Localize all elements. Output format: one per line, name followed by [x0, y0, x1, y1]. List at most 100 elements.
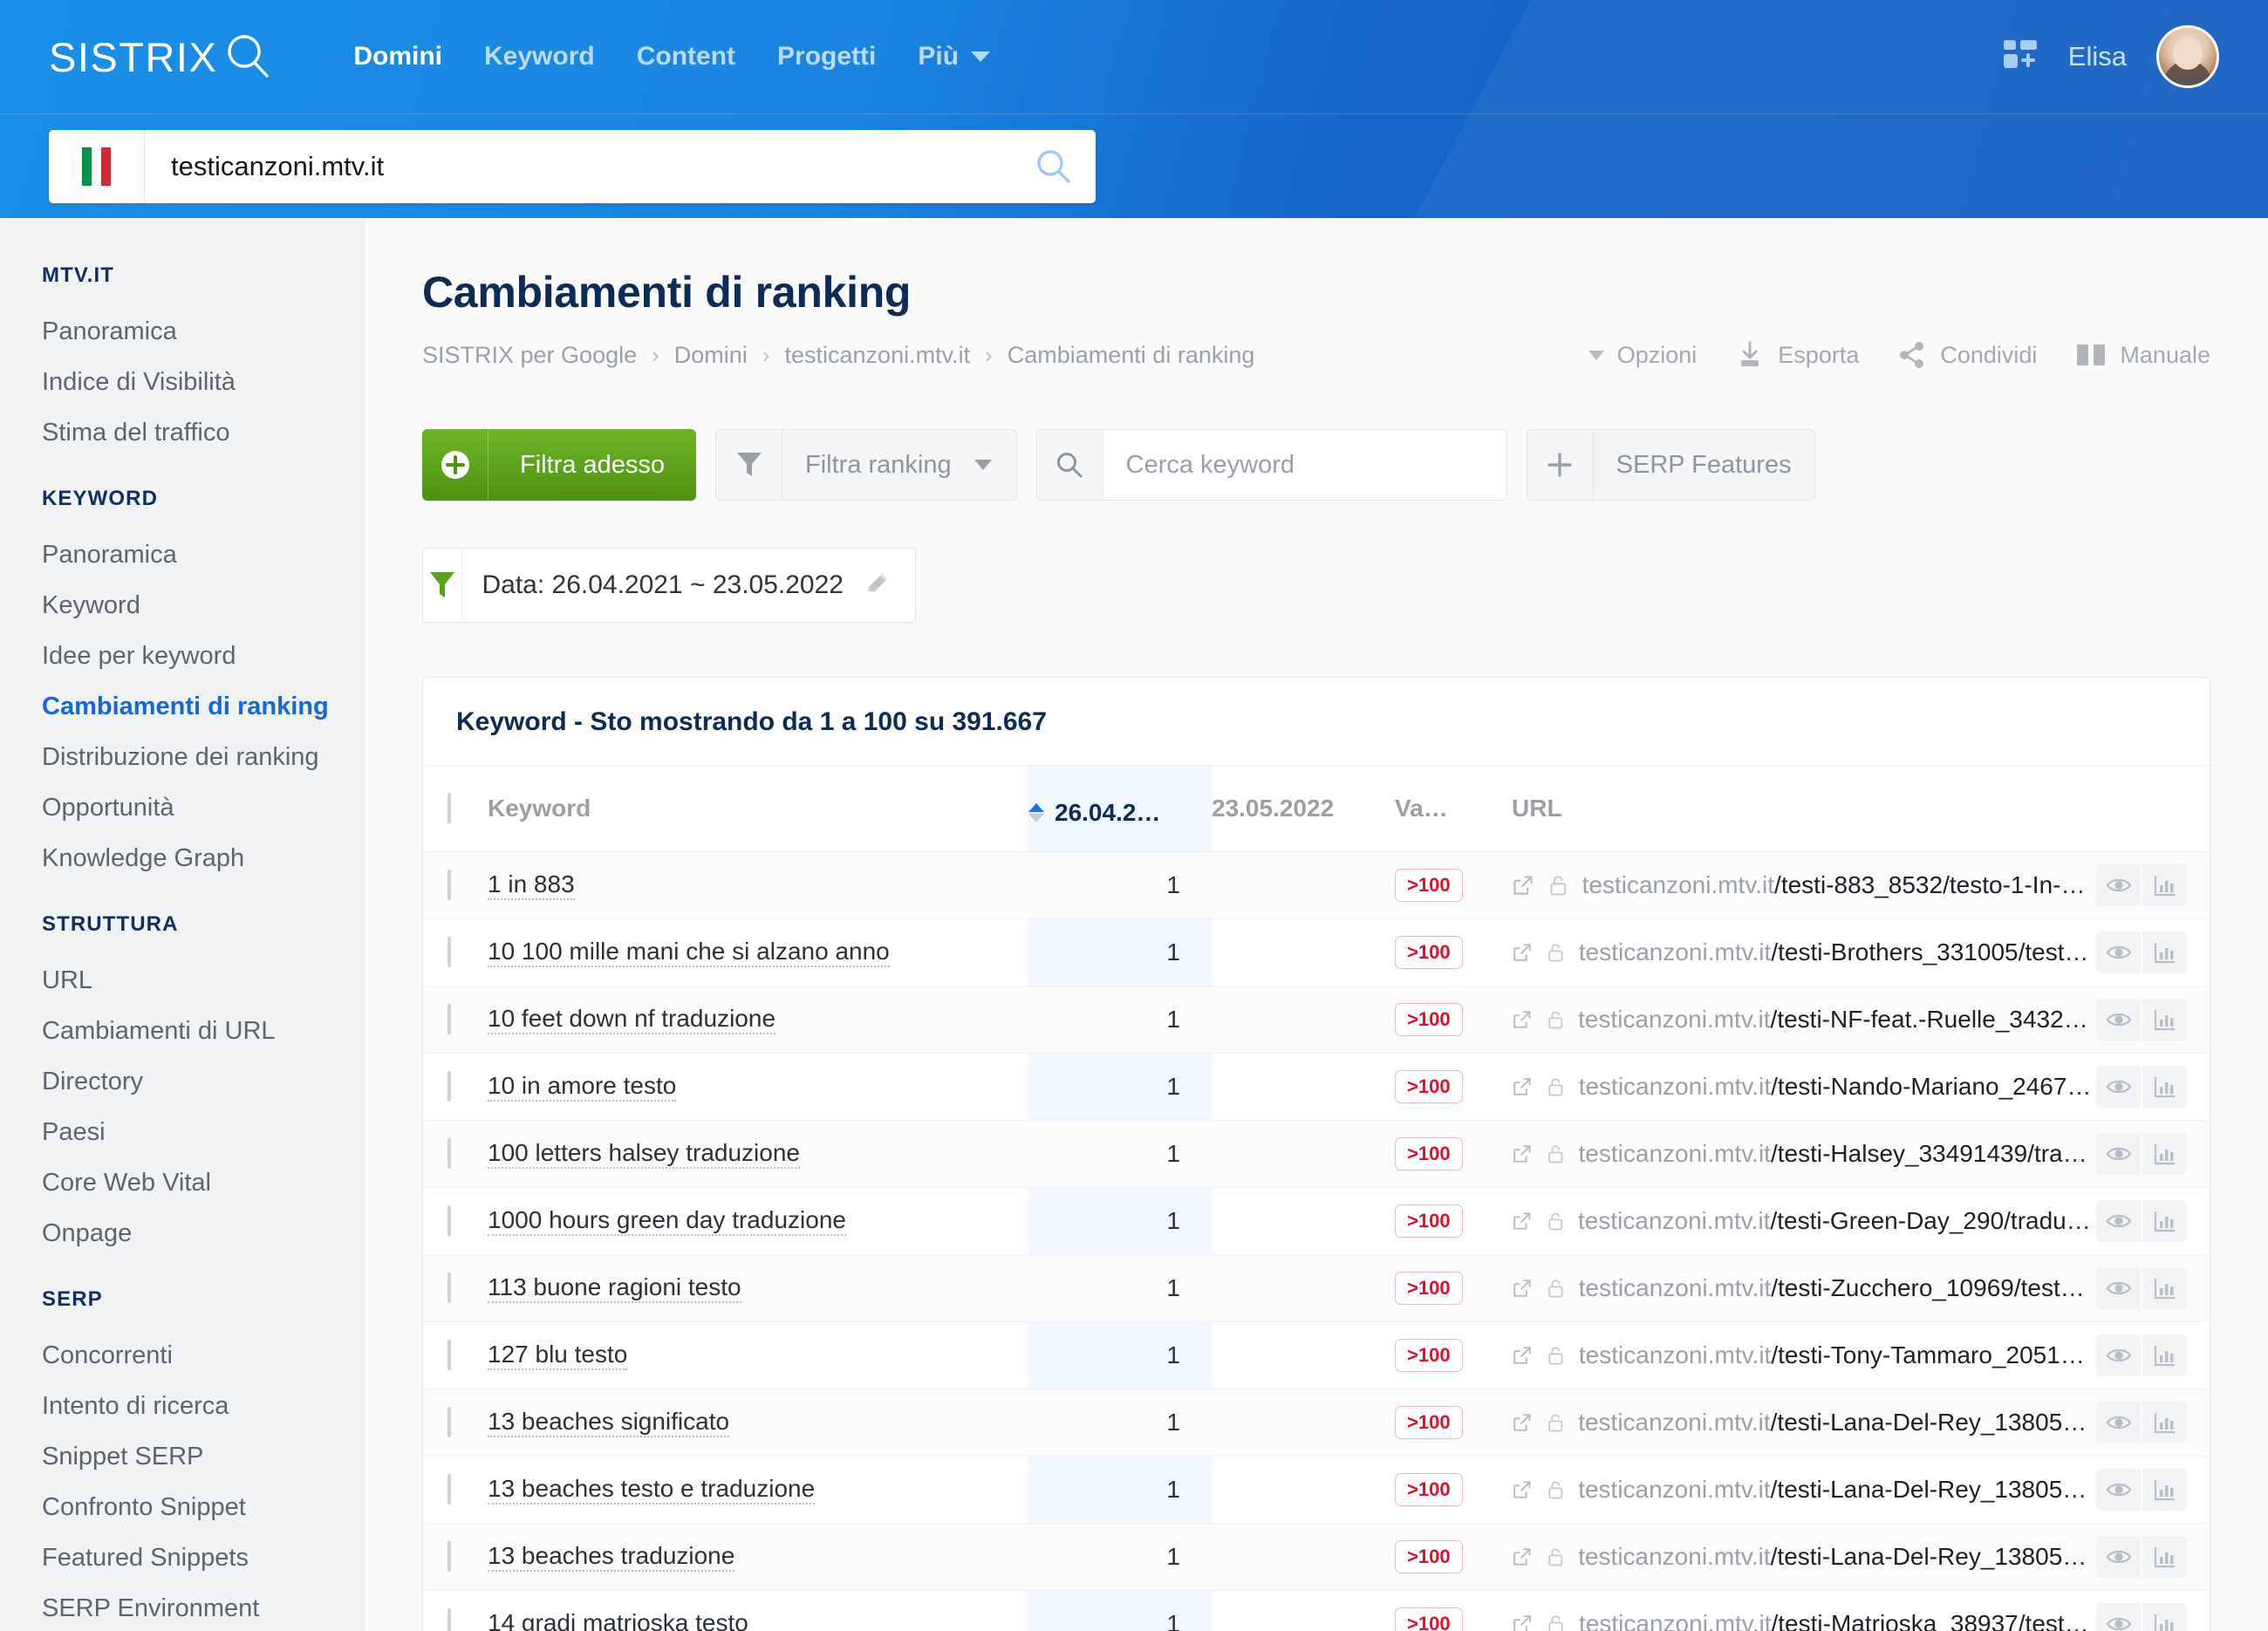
row-checkbox[interactable] [447, 1071, 451, 1102]
row-checkbox[interactable] [447, 1138, 451, 1169]
history-chart-button[interactable] [2142, 1536, 2187, 1578]
nav-item-more[interactable]: Più [897, 42, 1011, 72]
apps-grid-icon[interactable] [2002, 38, 2039, 75]
table-row[interactable]: 100 letters halsey traduzione 1 >100 testic… [423, 1120, 2210, 1188]
share-button[interactable]: Condividi [1897, 340, 2037, 370]
preview-button[interactable] [2096, 1267, 2141, 1309]
external-link-icon[interactable] [1512, 1611, 1533, 1631]
table-row[interactable]: 10 100 mille mani che si alzano anno 1 >10… [423, 918, 2210, 986]
row-checkbox[interactable] [447, 870, 451, 900]
table-row[interactable]: 1000 hours green day traduzione 1 >100 test… [423, 1187, 2210, 1255]
sidebar-item-confronto-snippet[interactable]: Confronto Snippet [42, 1483, 364, 1533]
preview-button[interactable] [2096, 1603, 2141, 1631]
column-header-date2[interactable]: 23.05.2022 [1212, 766, 1395, 852]
export-button[interactable]: Esporta [1735, 340, 1859, 370]
select-all-checkbox[interactable] [447, 793, 451, 823]
row-checkbox[interactable] [447, 1541, 451, 1572]
history-chart-button[interactable] [2142, 1066, 2187, 1108]
sidebar-item-onpage[interactable]: Onpage [42, 1209, 364, 1259]
row-checkbox[interactable] [447, 1273, 451, 1303]
keyword-link[interactable]: 100 letters halsey traduzione [488, 1139, 800, 1170]
filter-ranking-button[interactable]: Filtra ranking [715, 429, 1017, 501]
user-name[interactable]: Elisa [2068, 41, 2127, 72]
options-button[interactable]: Opzioni [1588, 342, 1697, 369]
date-filter-chip[interactable]: Data: 26.04.2021 ~ 23.05.2022 [422, 548, 916, 623]
row-checkbox[interactable] [447, 937, 451, 967]
sidebar-item-featured-snippets[interactable]: Featured Snippets [42, 1533, 364, 1584]
row-checkbox[interactable] [447, 1608, 451, 1631]
breadcrumb-item-domini[interactable]: Domini [674, 342, 748, 369]
row-checkbox[interactable] [447, 1407, 451, 1437]
keyword-link[interactable]: 113 buone ragioni testo [488, 1273, 741, 1304]
nav-item-progetti[interactable]: Progetti [756, 42, 897, 72]
external-link-icon[interactable] [1512, 872, 1534, 898]
preview-button[interactable] [2096, 1200, 2141, 1242]
sidebar-item-core-web-vital[interactable]: Core Web Vital [42, 1158, 364, 1209]
filter-now-button[interactable]: Filtra adesso [422, 429, 697, 501]
column-header-variation[interactable]: Va… [1395, 766, 1512, 852]
history-chart-button[interactable] [2142, 1133, 2187, 1175]
preview-button[interactable] [2096, 1402, 2141, 1443]
history-chart-button[interactable] [2142, 864, 2187, 906]
table-row[interactable]: 1 in 883 1 >100 testicanzoni.mtv.it/testi-8… [423, 851, 2210, 919]
history-chart-button[interactable] [2142, 999, 2187, 1041]
row-checkbox[interactable] [447, 1004, 451, 1034]
sidebar-item-knowledge-graph[interactable]: Knowledge Graph [42, 834, 364, 884]
sidebar-item-stima-traffico[interactable]: Stima del traffico [42, 408, 364, 459]
table-row[interactable]: 14 gradi matrioska testo 1 >100 testicanzon… [423, 1590, 2210, 1631]
preview-button[interactable] [2096, 1469, 2141, 1511]
external-link-icon[interactable] [1512, 1275, 1533, 1301]
column-header-url[interactable]: URL [1512, 766, 2096, 852]
keyword-link[interactable]: 1000 hours green day traduzione [488, 1206, 846, 1237]
avatar[interactable] [2156, 25, 2219, 88]
nav-item-domini[interactable]: Domini [332, 42, 463, 72]
external-link-icon[interactable] [1512, 1409, 1533, 1436]
external-link-icon[interactable] [1512, 1007, 1533, 1033]
preview-button[interactable] [2096, 1334, 2141, 1376]
keyword-link[interactable]: 13 beaches traduzione [488, 1542, 735, 1573]
table-row[interactable]: 13 beaches testo e traduzione 1 >100 testic… [423, 1456, 2210, 1524]
history-chart-button[interactable] [2142, 1334, 2187, 1376]
column-header-date1[interactable]: 26.04.2… [1028, 766, 1212, 852]
preview-button[interactable] [2096, 1133, 2141, 1175]
sidebar-item-cambiamenti-di-url[interactable]: Cambiamenti di URL [42, 1007, 364, 1057]
table-row[interactable]: 13 beaches traduzione 1 >100 testicanzoni.m… [423, 1523, 2210, 1591]
history-chart-button[interactable] [2142, 1469, 2187, 1511]
preview-button[interactable] [2096, 1066, 2141, 1108]
preview-button[interactable] [2096, 864, 2141, 906]
sidebar-item-cambiamenti-di-ranking[interactable]: Cambiamenti di ranking [42, 682, 364, 733]
search-submit-button[interactable] [1012, 130, 1096, 203]
sidebar-item-snippet-serp[interactable]: Snippet SERP [42, 1432, 364, 1483]
sidebar-item-keyword[interactable]: Keyword [42, 581, 364, 631]
sidebar-item-directory[interactable]: Directory [42, 1057, 364, 1108]
table-row[interactable]: 127 blu testo 1 >100 testicanzoni.mtv.it/te… [423, 1321, 2210, 1389]
sidebar-item-serp-environment[interactable]: SERP Environment [42, 1584, 364, 1631]
row-checkbox[interactable] [447, 1474, 451, 1505]
history-chart-button[interactable] [2142, 1402, 2187, 1443]
external-link-icon[interactable] [1512, 1208, 1533, 1234]
external-link-icon[interactable] [1512, 1074, 1533, 1100]
history-chart-button[interactable] [2142, 1267, 2187, 1309]
preview-button[interactable] [2096, 999, 2141, 1041]
history-chart-button[interactable] [2142, 932, 2187, 973]
sidebar-item-paesi[interactable]: Paesi [42, 1108, 364, 1158]
pencil-icon[interactable] [863, 569, 892, 603]
keyword-link[interactable]: 1 in 883 [488, 870, 575, 901]
external-link-icon[interactable] [1512, 1141, 1533, 1167]
country-selector[interactable] [49, 129, 145, 203]
sidebar-item-distribuzione-ranking[interactable]: Distribuzione dei ranking [42, 733, 364, 783]
external-link-icon[interactable] [1512, 939, 1533, 966]
table-row[interactable]: 10 in amore testo 1 >100 testicanzoni.mtv.i… [423, 1053, 2210, 1121]
external-link-icon[interactable] [1512, 1477, 1533, 1503]
nav-item-content[interactable]: Content [616, 42, 756, 72]
keyword-link[interactable]: 10 in amore testo [488, 1072, 677, 1102]
keyword-link[interactable]: 13 beaches testo e traduzione [488, 1475, 816, 1505]
preview-button[interactable] [2096, 932, 2141, 973]
keyword-link[interactable]: 127 blu testo [488, 1341, 628, 1371]
sidebar-item-indice-visibilita[interactable]: Indice di Visibilità [42, 358, 364, 408]
keyword-link[interactable]: 10 100 mille mani che si alzano anno [488, 938, 890, 968]
keyword-link[interactable]: 14 gradi matrioska testo [488, 1609, 748, 1631]
keyword-search-input[interactable] [1103, 430, 1506, 500]
sidebar-item-opportunita[interactable]: Opportunità [42, 783, 364, 834]
preview-button[interactable] [2096, 1536, 2141, 1578]
